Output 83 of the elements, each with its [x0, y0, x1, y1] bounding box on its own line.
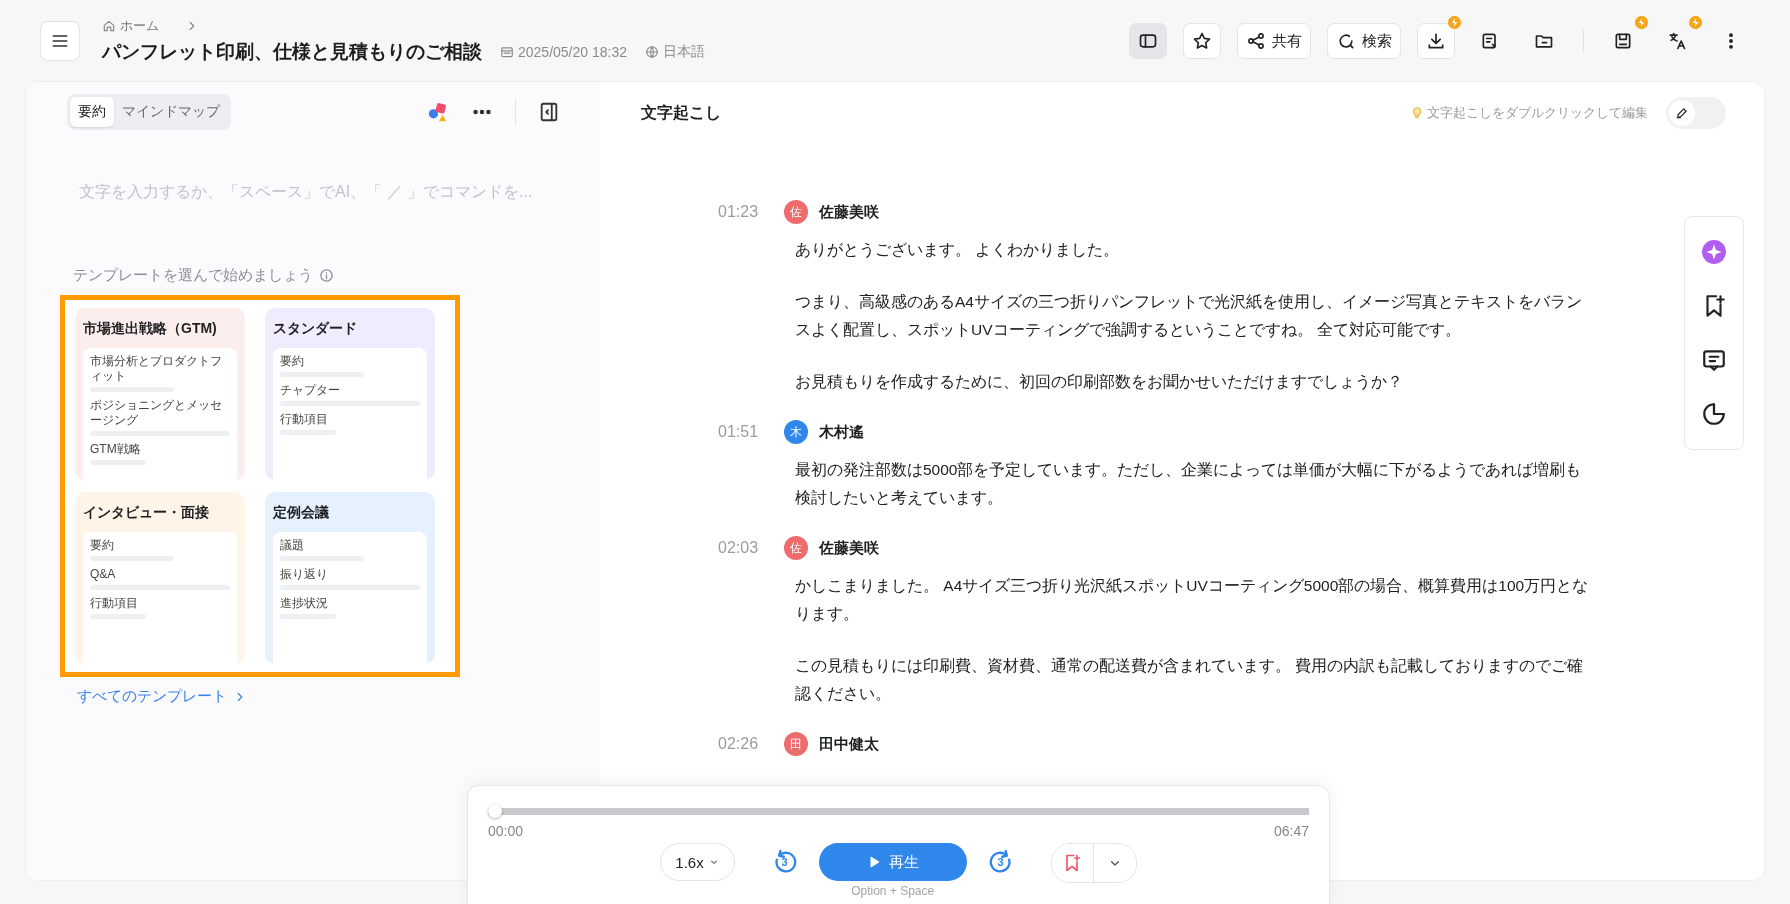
share-icon[interactable] [1246, 31, 1266, 51]
globe-icon [645, 45, 659, 59]
play-button[interactable]: 再生 [818, 843, 967, 881]
speaker-avatar: 田 [784, 732, 808, 756]
statistics-button[interactable] [1701, 401, 1727, 427]
skip-back-button[interactable]: 3 [764, 843, 805, 881]
info-icon[interactable] [319, 268, 334, 283]
speaker-avatar: 木 [784, 420, 808, 444]
lightbulb-icon [1410, 106, 1424, 120]
speaker-avatar: 佐 [784, 536, 808, 560]
template-section-label: ポジショニングとメッセージング [90, 398, 223, 428]
collapse-panel-icon[interactable] [538, 101, 560, 123]
transcript-text: この見積もりには印刷費、資材費、通常の配送費が含まれています。 費用の内訳も記載しておりますのでご確認ください。 [795, 656, 1585, 704]
speaker-name: 木村遙 [819, 422, 864, 442]
template-section-label: Q&A [90, 567, 117, 582]
template-section-label: チャプター [280, 383, 341, 398]
menu-button[interactable] [40, 21, 80, 61]
timestamp[interactable]: 02:03 [718, 539, 784, 557]
transcript-text: お見積もりを作成するために、初回の印刷部数をお聞かせいただけますでしょうか？ [795, 372, 1404, 392]
search-button[interactable]: 検索 [1327, 23, 1401, 59]
share-button[interactable]: 共有 [1237, 23, 1311, 59]
speaker-name: 佐藤美咲 [819, 202, 879, 222]
skip-forward-button[interactable]: 3 [980, 843, 1021, 881]
speaker-avatar: 佐 [784, 200, 808, 224]
colorful-shapes-icon[interactable] [427, 101, 449, 123]
view-tab[interactable]: マインドマップ [114, 97, 228, 127]
calendar-icon [500, 45, 514, 59]
lightning-badge-icon [1448, 16, 1461, 29]
sidebar-toggle-button[interactable] [1129, 23, 1167, 59]
playback-speed-button[interactable]: 1.6x [660, 843, 735, 881]
template-section-label: 行動項目 [90, 596, 139, 611]
sidebar-icon[interactable] [1138, 31, 1158, 51]
lightning-badge-icon [1635, 16, 1648, 29]
template-section-label: 要約 [280, 354, 305, 369]
home-icon [102, 19, 116, 33]
timestamp[interactable]: 02:26 [718, 735, 784, 753]
progress-thumb[interactable] [488, 804, 502, 818]
edit-hint: 文字起こしをダブルクリックして編集 [1427, 104, 1648, 122]
template-section-label: 進捗状況 [280, 596, 329, 611]
template-card[interactable]: 市場進出戦略（GTM) 市場分析とプロダクトフィット ポジショニングとメッセージング GTM戦略 [75, 308, 245, 480]
template-section-label: 行動項目 [280, 412, 329, 427]
template-title: スタンダード [273, 320, 358, 338]
template-section-label: 市場分析とプロダクトフィット [90, 354, 223, 384]
all-templates-link[interactable]: すべてのテンプレート [77, 687, 247, 706]
breadcrumb-link[interactable]: ホーム [120, 17, 159, 35]
template-section-label: 議題 [280, 538, 305, 553]
template-card[interactable]: インタビュー・面接 要約 Q&A 行動項目 [75, 492, 245, 664]
speaker-name: 田中健太 [819, 734, 879, 754]
timestamp[interactable]: 01:51 [718, 423, 784, 441]
templates-heading: テンプレートを選んで始めましょう [73, 266, 313, 285]
pencil-icon[interactable] [1675, 106, 1689, 120]
comment-button[interactable] [1701, 347, 1727, 373]
download-button[interactable] [1417, 23, 1455, 59]
current-time: 00:00 [488, 823, 524, 839]
document-title: パンフレット印刷、仕様と見積もりのご相談 [102, 40, 482, 64]
transcript-title: 文字起こし [641, 102, 721, 123]
search-icon[interactable] [1336, 31, 1356, 51]
edit-mode-toggle[interactable] [1666, 97, 1726, 129]
template-card[interactable]: スタンダード 要約 チャプター 行動項目 [265, 308, 435, 480]
template-title: インタビュー・面接 [83, 504, 210, 522]
transcript-text: ありがとうございます。 よくわかりました。 [795, 240, 1121, 260]
template-section-label: 要約 [90, 538, 115, 553]
lightning-badge-icon [1689, 16, 1702, 29]
transcript-text: つまり、高級感のあるA4サイズの三つ折りパンフレットで光沢紙を使用し、イメージ写真とテキストをバランスよく配置し、スポットUVコーティングで強調するということですね。 全て対応可能です。 [795, 292, 1583, 340]
star-icon[interactable] [1192, 31, 1212, 51]
view-tab[interactable]: 要約 [70, 97, 114, 127]
template-title: 定例会議 [273, 504, 330, 522]
transcript-text: 最初の発注部数は5000部を予定しています。ただし、企業によっては単価が大幅に下がるようであれば増刷も検討したいと考えています。 [795, 460, 1583, 508]
transcript-text: かしこまりました。 A4サイズ三つ折り光沢紙スポットUVコーティング5000部の場合、概算費用は100万円となります。 [795, 576, 1590, 624]
download-icon[interactable] [1426, 31, 1446, 51]
timestamp[interactable]: 01:23 [718, 203, 784, 221]
favorite-button[interactable] [1183, 23, 1221, 59]
recording-date: 2025/05/20 18:32 [518, 44, 627, 60]
total-time: 06:47 [1273, 823, 1309, 839]
language-label: 日本語 [663, 43, 705, 61]
speaker-name: 佐藤美咲 [819, 538, 879, 558]
template-section-label: GTM戦略 [90, 442, 142, 457]
template-title: 市場進出戦略（GTM) [83, 320, 218, 338]
template-section-label: 振り返り [280, 567, 329, 582]
ai-sparkle-button[interactable] [1701, 239, 1727, 265]
shortcut-hint: Option + Space [851, 884, 935, 898]
translate-icon[interactable] [1667, 31, 1687, 51]
template-card[interactable]: 定例会議 議題 振り返り 進捗状況 [265, 492, 435, 664]
